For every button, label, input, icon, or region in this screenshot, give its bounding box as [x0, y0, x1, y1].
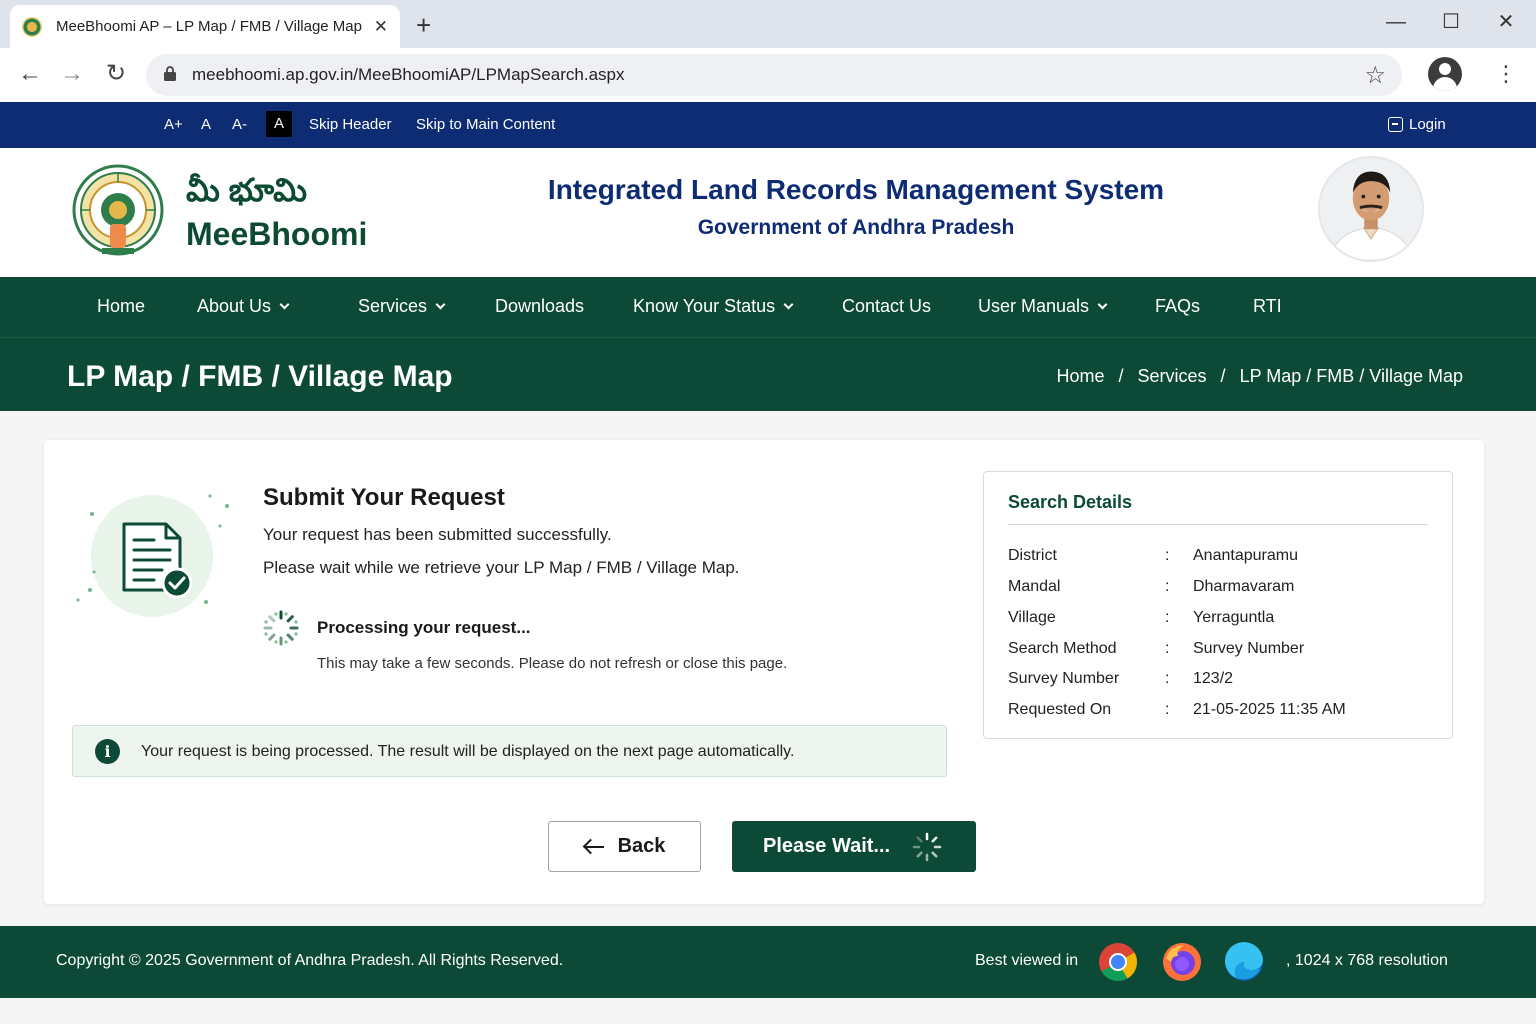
spinner-icon — [912, 832, 942, 862]
omnibox[interactable]: meebhoomi.ap.gov.in/MeeBhoomiAP/LPMapSea… — [146, 54, 1402, 96]
success-message: Your request has been submitted successf… — [263, 525, 612, 544]
back-nav-button[interactable]: ← — [15, 60, 45, 88]
document-check-icon — [76, 494, 229, 617]
main-navigation: Home About Us Services Downloads Know Yo… — [0, 277, 1536, 337]
page-title: LP Map / FMB / Village Map — [67, 360, 453, 393]
browser-tab-bar: MeeBhoomi AP – LP Map / FMB / Village Ma… — [0, 0, 1536, 48]
please-wait-button[interactable]: Please Wait... — [732, 821, 976, 872]
breadcrumb-services[interactable]: Services — [1138, 366, 1207, 386]
login-icon — [1388, 117, 1403, 132]
nav-contact-us[interactable]: Contact Us — [842, 296, 931, 317]
nav-services[interactable]: Services — [358, 296, 446, 317]
nav-faqs[interactable]: FAQs — [1155, 296, 1200, 317]
skip-main-content-link[interactable]: Skip to Main Content — [416, 116, 555, 133]
browser-tab[interactable]: MeeBhoomi AP – LP Map / FMB / Village Ma… — [10, 5, 400, 48]
firefox-icon — [1163, 943, 1201, 981]
chrome-icon — [1099, 943, 1138, 982]
login-link[interactable]: Login — [1388, 116, 1446, 133]
please-wait-label: Please Wait... — [763, 835, 891, 857]
info-icon: i — [95, 739, 120, 764]
forward-nav-button[interactable]: → — [57, 60, 87, 88]
nav-user-manuals[interactable]: User Manuals — [978, 296, 1108, 317]
chevron-down-icon — [279, 299, 290, 310]
new-tab-button[interactable]: + — [416, 10, 431, 40]
browser-menu-icon[interactable]: ⋮ — [1494, 60, 1518, 88]
font-normal-button[interactable]: A — [201, 116, 211, 133]
nav-home[interactable]: Home — [97, 296, 145, 317]
reload-button[interactable]: ↻ — [101, 60, 131, 88]
nav-know-your-status[interactable]: Know Your Status — [633, 296, 794, 317]
chief-minister-portrait — [1318, 156, 1424, 262]
info-alert: i Your request is being processed. The r… — [72, 725, 947, 777]
site-footer: Copyright © 2025 Government of Andhra Pr… — [0, 926, 1536, 998]
tab-close-icon[interactable]: ✕ — [374, 17, 388, 37]
page-bottom — [0, 998, 1536, 1024]
star-icon[interactable]: ☆ — [1364, 61, 1386, 90]
nav-downloads[interactable]: Downloads — [495, 296, 584, 317]
best-viewed-label: Best viewed in — [975, 952, 1079, 969]
url-text[interactable]: meebhoomi.ap.gov.in/MeeBhoomiAP/LPMapSea… — [192, 65, 624, 85]
resolution-note: , 1024 x 768 resolution — [1286, 952, 1448, 969]
chevron-down-icon — [1097, 299, 1108, 310]
submit-title: Submit Your Request — [263, 484, 505, 511]
search-details-panel: Search Details District: Anantapuramu Man… — [983, 471, 1453, 739]
breadcrumb: Home / Services / LP Map / FMB / Village Map — [1056, 366, 1463, 387]
spinner-icon — [263, 610, 299, 646]
chevron-down-icon — [435, 299, 446, 310]
high-contrast-button[interactable]: A — [266, 111, 292, 137]
divider — [1008, 524, 1428, 525]
favicon-icon — [22, 16, 42, 37]
system-subtitle: Government of Andhra Pradesh — [697, 216, 1015, 239]
processing-label: Processing your request... — [317, 618, 531, 637]
arrow-left-icon — [584, 840, 604, 854]
search-details-title: Search Details — [1008, 492, 1133, 512]
login-label: Login — [1409, 116, 1446, 133]
breadcrumb-separator: / — [1118, 366, 1124, 386]
nav-rti[interactable]: RTI — [1253, 296, 1282, 317]
profile-icon[interactable] — [1428, 57, 1462, 91]
edge-icon — [1224, 942, 1263, 981]
page-banner: LP Map / FMB / Village Map Home / Services… — [0, 337, 1536, 411]
breadcrumb-separator: / — [1220, 366, 1226, 386]
maximize-button[interactable]: ☐ — [1431, 8, 1471, 36]
font-increase-button[interactable]: A+ — [164, 116, 183, 133]
info-message: Your request is being processed. The res… — [141, 743, 795, 760]
address-bar-row: ← → ↻ meebhoomi.ap.gov.in/MeeBhoomiAP/LP… — [0, 48, 1536, 102]
back-button-label: Back — [617, 835, 666, 857]
processing-note: This may take a few seconds. Please do n… — [317, 655, 788, 672]
copyright-text: Copyright © 2025 Government of Andhra Pr… — [56, 952, 564, 969]
minimize-button[interactable]: — — [1376, 8, 1416, 36]
accessibility-bar: A+ A A- Skip Header Skip to Main Content… — [0, 102, 1536, 148]
breadcrumb-current: LP Map / FMB / Village Map — [1239, 366, 1463, 386]
window-close-button[interactable]: ✕ — [1486, 8, 1526, 36]
site-header: మీ భూమి MeeBhoomi Integrated Land Record… — [0, 148, 1536, 277]
back-button[interactable]: Back — [548, 821, 701, 872]
lock-icon — [164, 66, 176, 81]
system-title: Integrated Land Records Management Syste… — [547, 174, 1165, 205]
tab-title: MeeBhoomi AP – LP Map / FMB / Village Ma… — [56, 18, 362, 35]
breadcrumb-home[interactable]: Home — [1056, 366, 1104, 386]
nav-about-us[interactable]: About Us — [197, 296, 290, 317]
wait-message: Please wait while we retrieve your LP Ma… — [263, 558, 740, 577]
skip-header-link[interactable]: Skip Header — [309, 116, 392, 133]
font-decrease-button[interactable]: A- — [232, 116, 247, 133]
chevron-down-icon — [783, 299, 794, 310]
